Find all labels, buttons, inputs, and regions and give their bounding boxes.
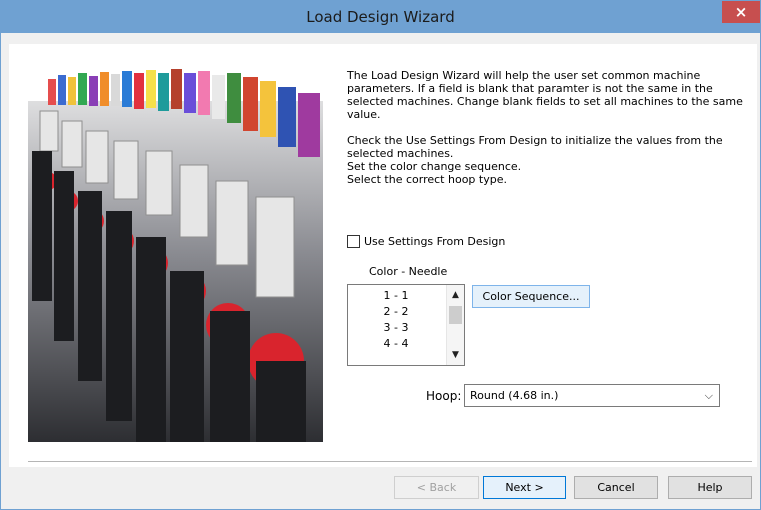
chevron-up-icon[interactable]: ▲ <box>447 287 464 303</box>
list-scrollbar[interactable]: ▲ ▼ <box>446 285 464 365</box>
color-needle-list[interactable]: 1 - 1 2 - 2 3 - 3 4 - 4 ▲ ▼ <box>347 284 465 366</box>
close-button[interactable]: × <box>722 1 760 23</box>
chevron-down-icon[interactable]: ▼ <box>447 347 464 363</box>
scroll-thumb[interactable] <box>449 306 462 324</box>
use-settings-checkbox-row[interactable]: Use Settings From Design <box>347 233 505 249</box>
use-settings-checkbox[interactable] <box>347 234 360 248</box>
list-item[interactable]: 4 - 4 <box>348 336 444 352</box>
hoop-selected-value: Round (4.68 in.) <box>470 389 559 402</box>
help-button[interactable]: Help <box>668 476 752 499</box>
list-item[interactable]: 1 - 1 <box>348 288 444 304</box>
footer-divider <box>28 461 752 462</box>
list-item[interactable]: 3 - 3 <box>348 320 444 336</box>
list-item[interactable]: 2 - 2 <box>348 304 444 320</box>
color-sequence-button[interactable]: Color Sequence... <box>472 285 590 308</box>
hoop-label: Hoop: <box>426 389 462 403</box>
back-button[interactable]: < Back <box>394 476 479 499</box>
hoop-dropdown[interactable]: Round (4.68 in.) ⌵ <box>464 384 720 407</box>
description-intro: The Load Design Wizard will help the use… <box>347 69 743 121</box>
load-design-wizard-window: Load Design Wizard × The Load Design Wiz… <box>0 0 761 510</box>
use-settings-label[interactable]: Use Settings From Design <box>364 235 505 248</box>
description-line-hoop: Select the correct hoop type. <box>347 173 507 186</box>
description: The Load Design Wizard will help the use… <box>347 69 743 186</box>
chevron-down-icon[interactable]: ⌵ <box>705 385 713 406</box>
window-title: Load Design Wizard <box>306 8 455 26</box>
cancel-button[interactable]: Cancel <box>574 476 658 499</box>
color-needle-label: Color - Needle <box>369 265 448 278</box>
next-button[interactable]: Next > <box>483 476 566 499</box>
embroidery-machines-image <box>28 61 323 442</box>
description-line-use-settings: Check the Use Settings From Design to in… <box>347 134 723 160</box>
description-line-color-sequence: Set the color change sequence. <box>347 160 522 173</box>
